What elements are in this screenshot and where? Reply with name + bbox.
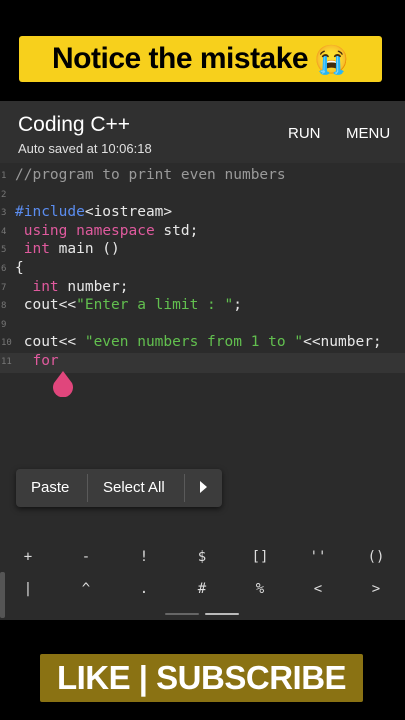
code-text: cout<<"Enter a limit : "; bbox=[15, 297, 242, 313]
code-token: ; bbox=[233, 297, 242, 314]
code-line[interactable]: 4 using namespace std; bbox=[0, 223, 405, 241]
line-number: 3 bbox=[1, 208, 7, 219]
line-number: 2 bbox=[1, 189, 7, 200]
top-caption-banner: Notice the mistake 😭 bbox=[19, 36, 382, 82]
code-token: for bbox=[15, 353, 59, 369]
symbol-key[interactable]: . bbox=[124, 581, 164, 597]
code-token: "Enter a limit : " bbox=[76, 297, 234, 314]
text-context-menu: Paste Select All bbox=[16, 469, 222, 507]
edge-scroll-indicator bbox=[0, 572, 5, 618]
code-token: using bbox=[15, 222, 68, 239]
line-number: 1 bbox=[1, 171, 7, 181]
menu-button[interactable]: MENU bbox=[346, 125, 390, 142]
line-number: 9 bbox=[1, 319, 7, 330]
line-number: 4 bbox=[1, 226, 7, 237]
code-token: namespace bbox=[76, 222, 155, 239]
run-button[interactable]: RUN bbox=[288, 125, 321, 142]
symbol-key[interactable]: [] bbox=[240, 549, 280, 565]
code-token: std; bbox=[154, 222, 199, 239]
app-toolbar: Coding C++ Auto saved at 10:06:18 RUN ME… bbox=[0, 101, 405, 163]
code-line[interactable]: 9 bbox=[0, 316, 405, 334]
symbol-key[interactable]: - bbox=[66, 549, 106, 565]
code-token: #include bbox=[15, 204, 85, 221]
code-line[interactable]: 1 //program to print even numbers bbox=[0, 167, 405, 185]
symbol-key[interactable]: $ bbox=[182, 549, 222, 565]
code-token: <<number; bbox=[303, 334, 382, 351]
code-line[interactable]: 11 for bbox=[0, 353, 405, 371]
symbol-key[interactable]: # bbox=[182, 581, 222, 597]
code-token: int bbox=[15, 278, 59, 295]
top-caption-text: Notice the mistake bbox=[52, 42, 309, 75]
code-line[interactable]: 6{ bbox=[0, 260, 405, 278]
bottom-caption-banner: LIKE | SUBSCRIBE bbox=[40, 654, 363, 702]
crying-emoji-icon: 😭 bbox=[314, 43, 349, 75]
symbol-key[interactable]: '' bbox=[298, 549, 338, 565]
code-token: //program to print even numbers bbox=[15, 167, 286, 183]
coding-app-window: Coding C++ Auto saved at 10:06:18 RUN ME… bbox=[0, 101, 405, 620]
text-cursor-handle-icon[interactable] bbox=[52, 371, 74, 397]
symbol-key[interactable]: ^ bbox=[66, 581, 106, 597]
code-token: { bbox=[15, 260, 24, 276]
line-number: 8 bbox=[1, 301, 7, 312]
line-number: 6 bbox=[1, 264, 7, 274]
menu-divider bbox=[184, 474, 185, 502]
nav-indicator bbox=[0, 607, 405, 620]
app-title: Coding C++ bbox=[18, 113, 131, 136]
code-line[interactable]: 5 int main () bbox=[0, 241, 405, 259]
menu-divider bbox=[87, 474, 88, 502]
code-token: cout<< bbox=[15, 297, 77, 314]
more-options-arrow-icon[interactable] bbox=[200, 481, 207, 493]
code-text: using namespace std; bbox=[15, 222, 199, 239]
code-line[interactable]: 2 bbox=[0, 186, 405, 204]
code-text: int main () bbox=[15, 241, 120, 257]
line-number: 10 bbox=[1, 338, 12, 349]
code-token: int bbox=[15, 241, 50, 258]
symbol-key[interactable]: ! bbox=[124, 549, 164, 565]
line-number: 11 bbox=[1, 357, 12, 367]
symbol-key[interactable]: % bbox=[240, 581, 280, 597]
code-editor[interactable]: 1 //program to print even numbers 2 3 #inclu… bbox=[0, 163, 405, 537]
symbol-key[interactable]: () bbox=[356, 549, 396, 565]
code-text: int number; bbox=[15, 278, 129, 295]
nav-pill-left bbox=[165, 613, 199, 615]
code-token: cout<< bbox=[15, 334, 85, 351]
symbol-key[interactable]: > bbox=[356, 581, 396, 597]
nav-pill-right bbox=[205, 613, 239, 615]
bottom-caption-text: LIKE | SUBSCRIBE bbox=[56, 659, 347, 696]
code-text: //program to print even numbers bbox=[15, 167, 286, 183]
code-text: #include<iostream> bbox=[15, 204, 172, 220]
line-number: 7 bbox=[1, 282, 7, 293]
symbol-key[interactable]: + bbox=[8, 549, 48, 565]
code-line[interactable]: 7 int number; bbox=[0, 279, 405, 297]
code-text: { bbox=[15, 260, 24, 276]
code-token: <iostream> bbox=[84, 204, 173, 221]
code-line[interactable]: 10 cout<< "even numbers from 1 to "<<num… bbox=[0, 334, 405, 352]
code-token: number; bbox=[58, 278, 129, 295]
line-number: 5 bbox=[1, 245, 7, 256]
code-token: main () bbox=[49, 241, 120, 258]
code-text: cout<< "even numbers from 1 to "<<number… bbox=[15, 334, 382, 350]
paste-button[interactable]: Paste bbox=[31, 479, 69, 496]
symbol-key[interactable]: < bbox=[298, 581, 338, 597]
autosave-status: Auto saved at 10:06:18 bbox=[18, 141, 152, 156]
select-all-button[interactable]: Select All bbox=[103, 479, 165, 496]
code-line[interactable]: 3 #include<iostream> bbox=[0, 204, 405, 222]
code-line[interactable]: 8 cout<<"Enter a limit : "; bbox=[0, 297, 405, 315]
code-text: for bbox=[15, 353, 59, 369]
code-token: "even numbers from 1 to " bbox=[84, 334, 304, 351]
symbol-key[interactable]: | bbox=[8, 581, 48, 597]
